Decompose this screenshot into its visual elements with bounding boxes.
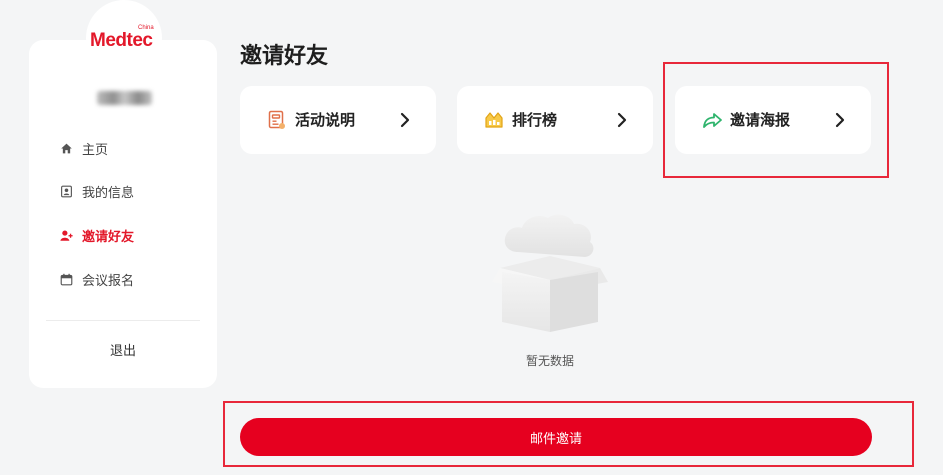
sidebar-item-registration[interactable]: 会议报名 [60,269,134,289]
empty-box-illustration [490,210,610,335]
card-label: 活动说明 [295,111,356,129]
sidebar-item-label: 会议报名 [82,273,135,289]
home-icon [60,142,73,155]
invite-poster-card[interactable]: 邀请海报 [675,86,871,154]
user-card-icon [60,185,73,198]
card-label: 邀请海报 [730,111,791,129]
sidebar-item-home[interactable]: 主页 [60,138,108,158]
card-label: 排行榜 [512,111,558,129]
page-title: 邀请好友 [240,44,329,69]
mail-invite-button[interactable]: 邮件邀请 [240,418,872,456]
chevron-right-icon [833,111,847,129]
invite-friends-icon [60,229,73,242]
invite-friends-page: Medtec China 主页 我的信息 邀请好友 会议报名 退出 邀请好友 活… [0,0,943,475]
brand-logo-superscript: China [138,25,154,31]
chevron-right-icon [615,111,629,129]
sidebar-item-label: 我的信息 [82,185,135,201]
activity-description-card[interactable]: 活动说明 [240,86,436,154]
sidebar-item-label: 主页 [82,142,109,158]
empty-state-text: 暂无数据 [525,354,574,368]
activity-doc-icon [266,109,288,131]
blurred-username [97,91,152,105]
chevron-right-icon [398,111,412,129]
share-arrow-icon [701,109,723,131]
logout-button[interactable]: 退出 [29,340,217,359]
sidebar-item-my-info[interactable]: 我的信息 [60,181,134,201]
brand-logo: Medtec [90,30,153,51]
ranking-icon [483,109,505,131]
ranking-card[interactable]: 排行榜 [457,86,653,154]
calendar-icon [60,273,73,286]
sidebar-divider [46,320,200,321]
sidebar-item-label: 邀请好友 [82,229,135,245]
sidebar-item-invite-friends[interactable]: 邀请好友 [60,225,134,245]
